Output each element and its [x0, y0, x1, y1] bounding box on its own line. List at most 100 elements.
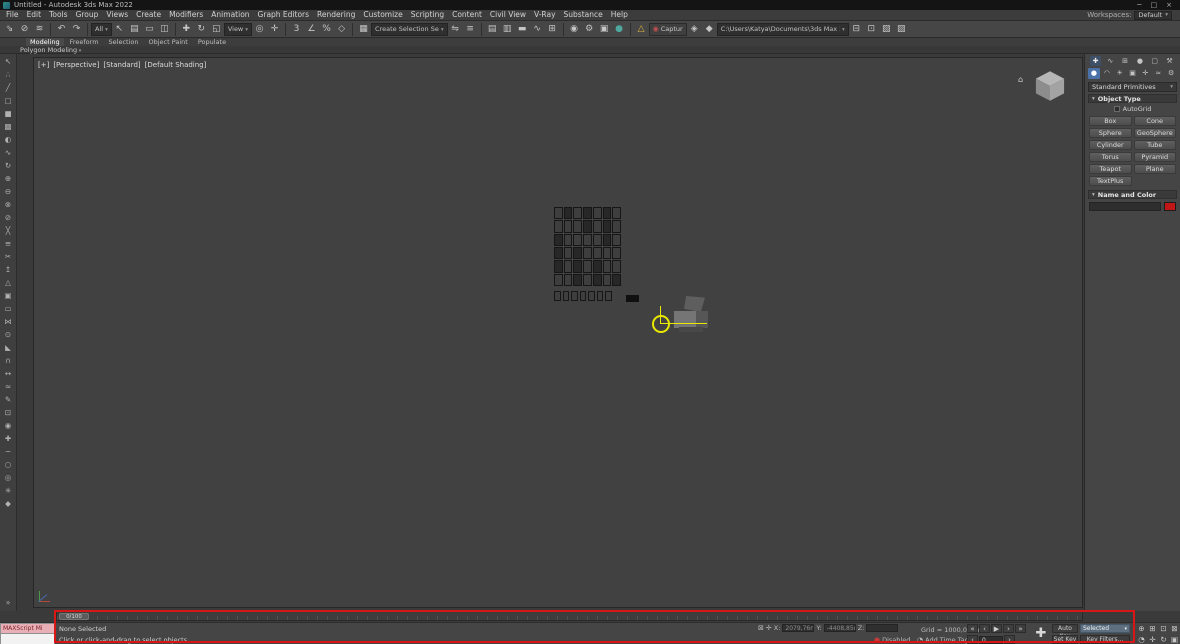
collapse-icon[interactable]: ⊗ [2, 199, 15, 211]
primitive-category-dropdown[interactable]: Standard Primitives [1088, 82, 1177, 92]
menu-help[interactable]: Help [607, 10, 632, 20]
frame-back-button[interactable]: ‹ [967, 635, 978, 644]
toggle-scene-explorer-icon[interactable]: ▤ [485, 22, 500, 37]
transform-gizmo-ring[interactable] [652, 315, 670, 333]
bevel-icon[interactable]: △ [2, 277, 15, 289]
absolute-offset-toggle-icon[interactable]: ✛ [766, 624, 772, 632]
menu-create[interactable]: Create [132, 10, 165, 20]
key-filters-button[interactable]: Key Filters... [1080, 635, 1130, 644]
menu-modifiers[interactable]: Modifiers [165, 10, 207, 20]
bridge-icon[interactable]: ⋈ [2, 316, 15, 328]
repeat-last-icon[interactable]: ↻ [2, 160, 15, 172]
chamfer-icon[interactable]: ◣ [2, 342, 15, 354]
z-coordinate-field[interactable] [866, 624, 899, 632]
current-frame-field[interactable]: 0 [979, 635, 1003, 644]
ribbon-tab-populate[interactable]: Populate [194, 38, 230, 46]
redo-icon[interactable]: ↷ [69, 22, 84, 37]
name-and-color-rollout[interactable]: Name and Color [1088, 190, 1177, 199]
render-production-icon[interactable]: ● [612, 22, 627, 37]
polygon-modeling-panel[interactable]: Polygon Modeling [20, 46, 81, 54]
scene-object-building[interactable] [554, 207, 621, 286]
scene-object-machine-base[interactable] [679, 327, 703, 332]
menu-group[interactable]: Group [72, 10, 103, 20]
ribbon-tab-object-paint[interactable]: Object Paint [145, 38, 192, 46]
minimize-button[interactable]: ─ [1137, 0, 1141, 10]
plugin-icon-b[interactable]: ◆ [702, 22, 717, 37]
align-icon[interactable]: ≡ [463, 22, 478, 37]
window-crossing-icon[interactable]: ◫ [157, 22, 172, 37]
percent-snap-icon[interactable]: % [319, 22, 334, 37]
modify-tab[interactable]: ∿ [1105, 56, 1116, 66]
bind-spacewarp-icon[interactable]: ≋ [32, 22, 47, 37]
track-bar[interactable]: 0/100 [56, 611, 1083, 621]
detach-icon[interactable]: ⊖ [2, 186, 15, 198]
loop-selection-icon[interactable]: ○ [2, 459, 15, 471]
ribbon-tab-selection[interactable]: Selection [105, 38, 143, 46]
swift-loop-icon[interactable]: ≡ [2, 238, 15, 250]
menu-edit[interactable]: Edit [23, 10, 46, 20]
ring-selection-icon[interactable]: ◎ [2, 472, 15, 484]
menu-civil-view[interactable]: Civil View [486, 10, 530, 20]
menu-v-ray[interactable]: V-Ray [530, 10, 559, 20]
viewport-pov-menu[interactable]: [Perspective] [53, 61, 99, 69]
scene-object-building-lower[interactable] [554, 291, 612, 301]
edge-mode-icon[interactable]: ╱ [2, 82, 15, 94]
object-name-input[interactable] [1089, 202, 1161, 211]
toolbar-extra-icon-1[interactable]: ⊟ [849, 22, 864, 37]
helpers-category[interactable]: ✛ [1139, 68, 1151, 79]
warning-icon[interactable]: △ [634, 22, 649, 37]
spinner-snap-icon[interactable]: ◇ [334, 22, 349, 37]
key-selection-dropdown[interactable]: Selected [1080, 624, 1130, 633]
element-mode-icon[interactable]: ▩ [2, 121, 15, 133]
grow-selection-icon[interactable]: ✚ [2, 433, 15, 445]
workspace-dropdown[interactable]: Default [1134, 10, 1172, 20]
vertex-mode-icon[interactable]: ∴ [2, 69, 15, 81]
display-tab[interactable]: ▢ [1149, 56, 1160, 66]
go-to-end-button[interactable]: » [1015, 624, 1026, 633]
toolbar-extra-icon-3[interactable]: ▧ [879, 22, 894, 37]
mute-toggle-icon[interactable]: ● [874, 636, 880, 644]
attach-icon[interactable]: ⊕ [2, 173, 15, 185]
menu-views[interactable]: Views [102, 10, 132, 20]
autogrid-checkbox[interactable] [1113, 106, 1120, 112]
hierarchy-tab[interactable]: ⊞ [1120, 56, 1131, 66]
transform-gizmo-x-axis[interactable] [661, 323, 707, 324]
soft-selection-icon[interactable]: ◉ [2, 420, 15, 432]
border-mode-icon[interactable]: ▢ [2, 95, 15, 107]
x-coordinate-field[interactable]: 2079,76mm [782, 624, 815, 632]
space-warps-category[interactable]: ≈ [1152, 68, 1164, 79]
auto-key-button[interactable]: Auto Key [1052, 624, 1078, 640]
reference-coordinate-dropdown[interactable]: View [223, 22, 253, 36]
menu-file[interactable]: File [2, 10, 23, 20]
quickslice-icon[interactable]: ╳ [2, 225, 15, 237]
play-button[interactable]: ▶ [991, 624, 1002, 633]
y-coordinate-field[interactable]: -4408,85m [823, 624, 856, 632]
create-tab[interactable]: ✚ [1090, 56, 1101, 66]
frame-forward-button[interactable]: › [1004, 635, 1015, 644]
connect-icon[interactable]: ∩ [2, 355, 15, 367]
lights-category[interactable]: ☀ [1114, 68, 1126, 79]
menu-graph-editors[interactable]: Graph Editors [254, 10, 314, 20]
zoom-icon[interactable]: ⊕ [1136, 623, 1147, 634]
fov-icon[interactable]: ◔ [1136, 634, 1147, 644]
time-tag-icon[interactable]: ◔ [917, 636, 923, 644]
menu-customize[interactable]: Customize [359, 10, 406, 20]
modify-mode-icon[interactable]: ∿ [2, 147, 15, 159]
set-key-button[interactable]: Set Key [1052, 635, 1078, 644]
maximize-viewport-icon[interactable]: ▣ [1169, 634, 1180, 644]
viewcube-home-icon[interactable]: ⌂ [1018, 75, 1023, 84]
mirror-icon[interactable]: ⇋ [448, 22, 463, 37]
undo-icon[interactable]: ↶ [54, 22, 69, 37]
object-type-rollout[interactable]: Object Type [1088, 94, 1177, 103]
next-frame-button[interactable]: › [1003, 624, 1014, 633]
shapes-category[interactable]: ◠ [1101, 68, 1113, 79]
menu-tools[interactable]: Tools [45, 10, 71, 20]
extrude-icon[interactable]: ↥ [2, 264, 15, 276]
viewcube-cube[interactable] [1034, 70, 1066, 102]
snap-toggle-icon[interactable]: 3 [289, 22, 304, 37]
close-button[interactable]: × [1166, 0, 1172, 10]
select-link-icon[interactable]: ⇘ [2, 22, 17, 37]
object-button-plane[interactable]: Plane [1133, 164, 1176, 174]
select-mode-icon[interactable]: ↖ [2, 56, 15, 68]
orbit-icon[interactable]: ↻ [1158, 634, 1169, 644]
